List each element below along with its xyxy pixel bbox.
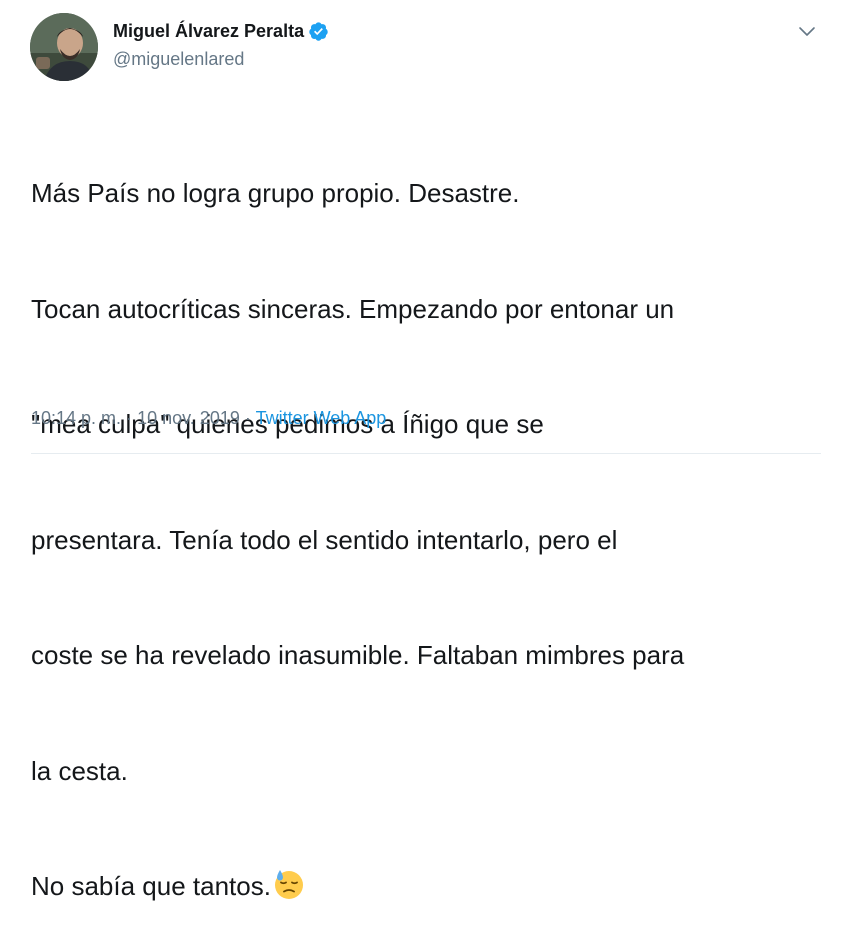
- tweet-source-link[interactable]: Twitter Web App: [256, 408, 387, 428]
- meta-separator: ·: [244, 408, 251, 428]
- tweet-meta: 10:14 p. m. · 10 nov. 2019 · Twitter Web…: [31, 408, 386, 429]
- author-display-name[interactable]: Miguel Álvarez Peralta: [113, 21, 304, 42]
- tweet-text-line: Más País no logra grupo propio. Desastre…: [31, 178, 520, 208]
- tweet-text-line: Tocan autocríticas sinceras. Empezando p…: [31, 293, 675, 324]
- avatar[interactable]: [30, 13, 98, 81]
- tweet-card: Miguel Álvarez Peralta @miguelenlared Má…: [0, 0, 850, 901]
- tweet-text-line: la cesta.: [31, 755, 128, 786]
- meta-separator: ·: [126, 408, 133, 428]
- divider: [31, 453, 821, 454]
- tweet-text-line: No sabía que tantos.: [31, 871, 271, 901]
- tweet-text-line: coste se ha revelado inasumible. Faltaba…: [31, 640, 685, 670]
- author-handle[interactable]: @miguelenlared: [113, 49, 244, 70]
- chevron-down-icon[interactable]: [796, 20, 818, 42]
- tweet-time[interactable]: 10:14 p. m.: [31, 408, 121, 428]
- tweet-text-last-line: No sabía que tantos.: [31, 867, 831, 906]
- author-name-row[interactable]: Miguel Álvarez Peralta: [113, 20, 329, 42]
- tweet-date[interactable]: 10 nov. 2019: [137, 408, 240, 428]
- tweet-text: Más País no logra grupo propio. Desastre…: [31, 97, 831, 938]
- downcast-face-with-sweat-icon: [272, 867, 306, 901]
- tweet-text-line: presentara. Tenía todo el sentido intent…: [31, 524, 618, 555]
- verified-badge-icon: [308, 21, 329, 42]
